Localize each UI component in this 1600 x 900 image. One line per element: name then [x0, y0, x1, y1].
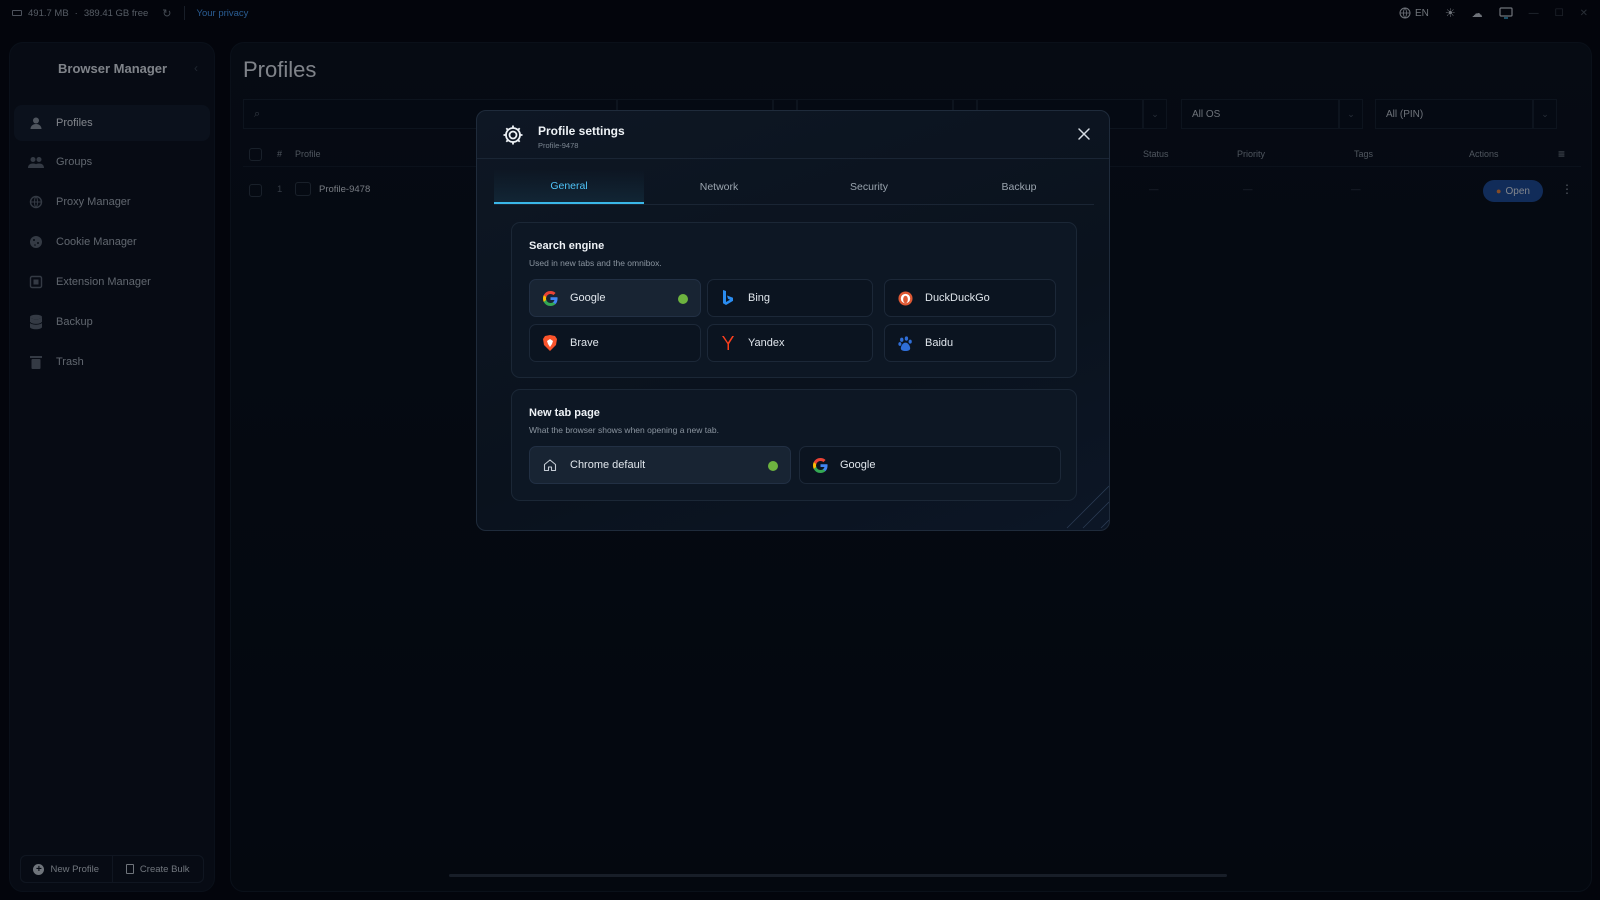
tab-network[interactable]: Network	[644, 169, 794, 204]
new-tab-card: New tab page What the browser shows when…	[511, 389, 1077, 501]
google-icon	[812, 457, 828, 473]
search-engine-duckduckgo[interactable]: DuckDuckGo	[884, 279, 1056, 317]
gear-icon	[503, 125, 523, 145]
search-engine-card: Search engine Used in new tabs and the o…	[511, 222, 1077, 378]
tab-security[interactable]: Security	[794, 169, 944, 204]
tab-backup[interactable]: Backup	[944, 169, 1094, 204]
search-engine-baidu[interactable]: Baidu	[884, 324, 1056, 362]
search-engine-google[interactable]: Google	[529, 279, 701, 317]
dialog-title: Profile settings	[538, 124, 625, 138]
new-tab-chrome-default[interactable]: Chrome default	[529, 446, 791, 484]
search-engine-title: Search engine	[529, 240, 605, 252]
search-engine-yandex[interactable]: Yandex	[707, 324, 873, 362]
new-tab-title: New tab page	[529, 407, 600, 419]
settings-tabs: General Network Security Backup	[494, 169, 1094, 205]
selected-indicator	[768, 461, 778, 471]
google-icon	[542, 290, 558, 306]
search-engine-subtitle: Used in new tabs and the omnibox.	[529, 258, 662, 268]
search-engine-brave[interactable]: Brave	[529, 324, 701, 362]
brave-icon	[542, 335, 558, 351]
selected-indicator	[678, 294, 688, 304]
home-icon	[542, 457, 558, 473]
decorative-lines	[1066, 485, 1109, 529]
new-tab-google[interactable]: Google	[799, 446, 1061, 484]
close-icon[interactable]	[1075, 125, 1093, 143]
baidu-icon	[897, 335, 913, 351]
search-engine-bing[interactable]: Bing	[707, 279, 873, 317]
new-tab-subtitle: What the browser shows when opening a ne…	[529, 425, 719, 435]
duckduckgo-icon	[897, 290, 913, 306]
profile-settings-dialog: Profile settings Profile-9478 General Ne…	[476, 110, 1110, 531]
yandex-icon	[720, 335, 736, 351]
dialog-subtitle: Profile-9478	[538, 141, 579, 150]
dialog-header: Profile settings Profile-9478	[477, 111, 1109, 159]
tab-general[interactable]: General	[494, 169, 644, 204]
bing-icon	[720, 290, 736, 306]
